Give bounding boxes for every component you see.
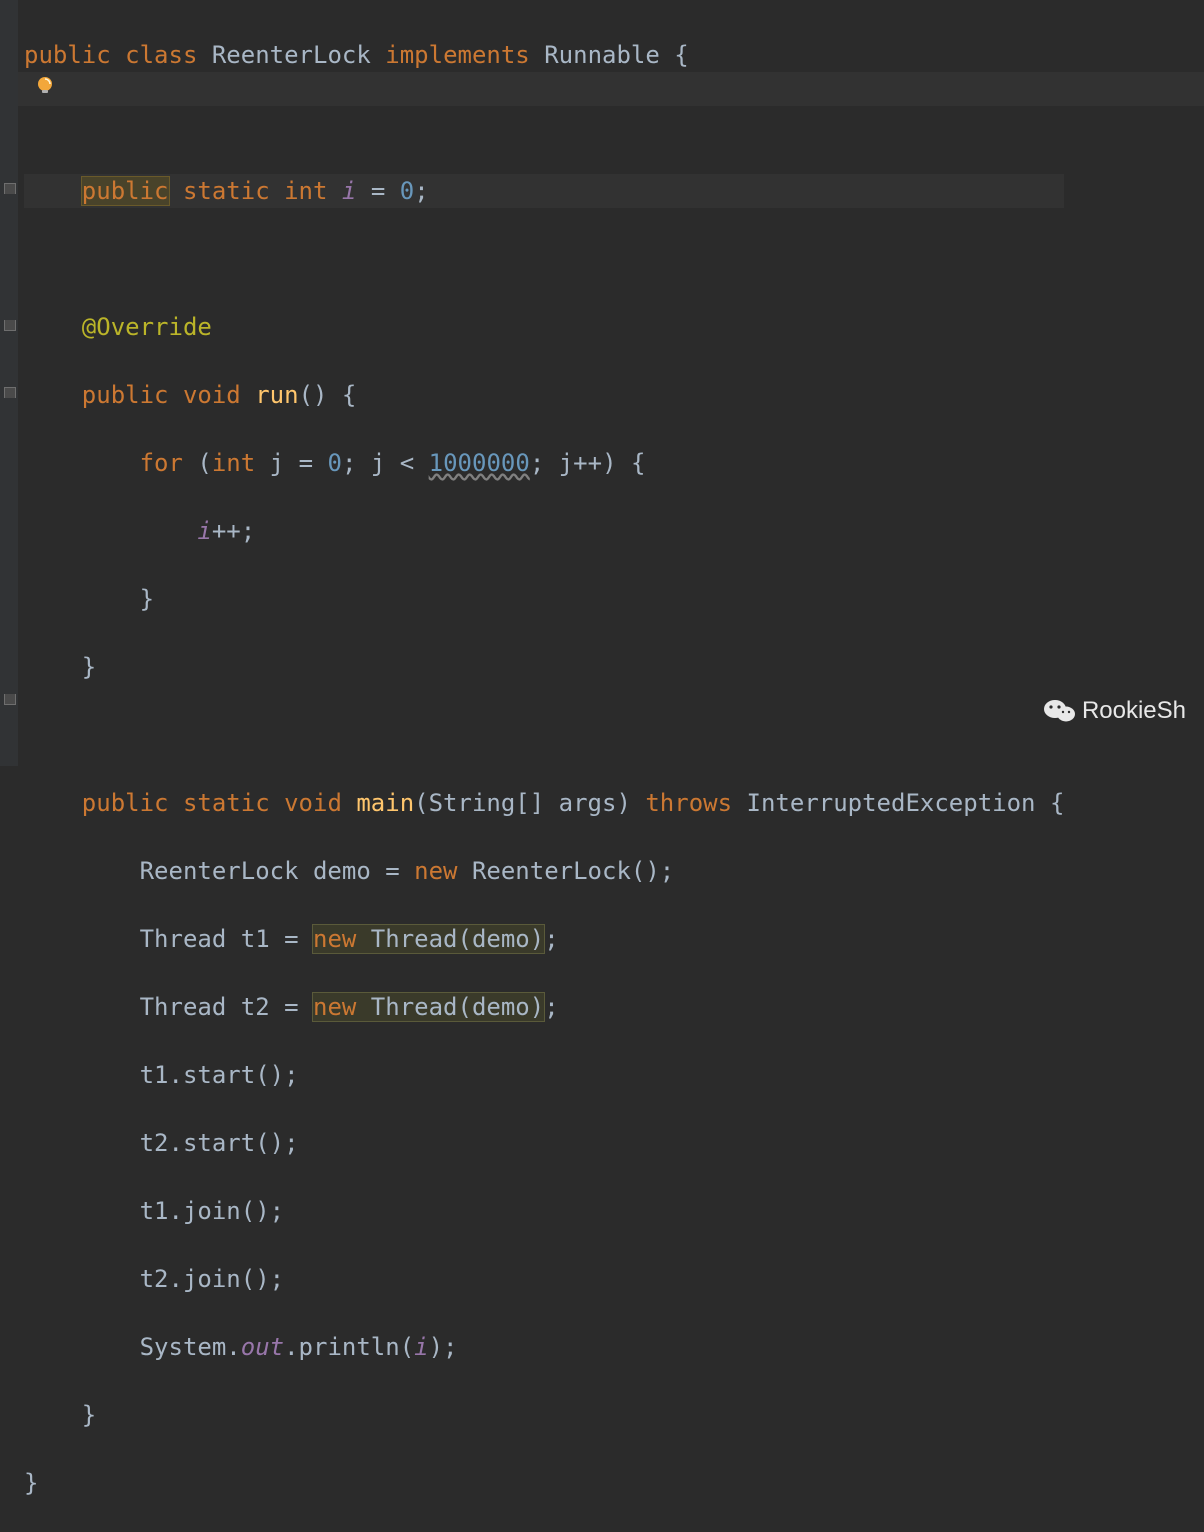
code-line: t2.start(); [24, 1126, 1064, 1160]
wechat-icon [1042, 697, 1076, 725]
watermark: RookieSh [1042, 694, 1186, 728]
editor-gutter [0, 0, 18, 766]
code-line: Thread t2 = new Thread(demo); [24, 990, 1064, 1024]
code-line: } [24, 1466, 1064, 1500]
code-line [24, 106, 1064, 140]
fold-marker-icon[interactable] [4, 694, 16, 705]
code-line: for (int j = 0; j < 1000000; j++) { [24, 446, 1064, 480]
fold-marker-icon[interactable] [4, 387, 16, 398]
code-line: } [24, 1398, 1064, 1432]
code-line [24, 718, 1064, 752]
intention-bulb-icon[interactable] [34, 75, 56, 97]
fold-marker-icon[interactable] [4, 320, 16, 331]
code-line [24, 242, 1064, 276]
code-line: public class ReenterLock implements Runn… [24, 38, 1064, 72]
code-line: @Override [24, 310, 1064, 344]
code-line: public void run() { [24, 378, 1064, 412]
code-line: System.out.println(i); [24, 1330, 1064, 1364]
code-editor[interactable]: public class ReenterLock implements Runn… [18, 0, 1074, 1532]
code-line: public static int i = 0; [24, 174, 1064, 208]
code-line: t1.join(); [24, 1194, 1064, 1228]
code-line: public static void main(String[] args) t… [24, 786, 1064, 820]
watermark-text: RookieSh [1082, 694, 1186, 728]
code-line: Thread t1 = new Thread(demo); [24, 922, 1064, 956]
code-line: t2.join(); [24, 1262, 1064, 1296]
code-line: } [24, 582, 1064, 616]
code-line: t1.start(); [24, 1058, 1064, 1092]
code-line: i++; [24, 514, 1064, 548]
fold-marker-icon[interactable] [4, 183, 16, 194]
code-line: } [24, 650, 1064, 684]
code-line: ReenterLock demo = new ReenterLock(); [24, 854, 1064, 888]
